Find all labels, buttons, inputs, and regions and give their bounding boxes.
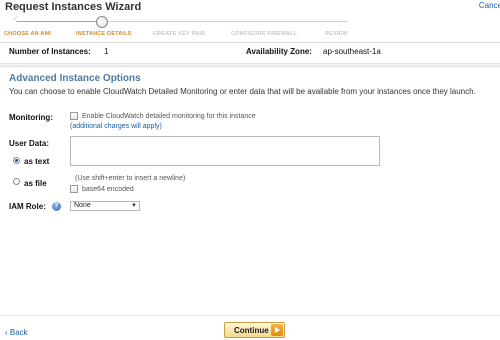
iam-role-value: None	[74, 202, 91, 209]
back-label: Back	[9, 328, 28, 337]
user-data-textarea[interactable]	[70, 136, 380, 166]
instances-value: 1	[104, 47, 109, 56]
footer-divider	[0, 315, 500, 316]
dropdown-arrow-icon: ▼	[131, 203, 137, 209]
as-text-radio[interactable]	[13, 157, 20, 164]
as-text-label: as text	[24, 157, 50, 166]
title-bar: Request Instances Wizard Cance	[0, 0, 500, 16]
back-link[interactable]: ‹ Back	[5, 328, 28, 337]
divider	[0, 42, 500, 43]
iam-role-select[interactable]: None ▼	[70, 201, 140, 211]
monitoring-label: Monitoring:	[9, 113, 53, 122]
step-review: REVIEW	[325, 31, 348, 37]
window-title: Request Instances Wizard	[5, 1, 142, 13]
section-description: You can choose to enable CloudWatch Deta…	[9, 87, 476, 96]
newline-hint: (Use shift+enter to insert a newline)	[75, 175, 186, 182]
step-choose-ami[interactable]: CHOOSE AN AMI	[4, 31, 51, 37]
as-file-label: as file	[24, 179, 47, 188]
as-file-radio[interactable]	[13, 178, 20, 185]
iam-role-label: IAM Role:	[9, 202, 46, 211]
instance-summary: Number of Instances: 1 Availability Zone…	[0, 47, 500, 59]
cancel-link[interactable]: Cance	[479, 1, 500, 10]
instances-label: Number of Instances:	[9, 47, 91, 56]
arrow-right-icon	[271, 324, 283, 336]
step-done-check-icon: ✓	[12, 13, 20, 23]
zone-value: ap-southeast-1a	[323, 47, 381, 56]
step-configure-firewall: CONFIGURE FIREWALL	[231, 31, 298, 37]
user-data-label: User Data:	[9, 139, 50, 148]
monitoring-checkbox[interactable]	[70, 112, 78, 120]
continue-button[interactable]: Continue	[224, 322, 285, 338]
additional-charges-link[interactable]: (additional charges will apply)	[70, 123, 162, 130]
step-create-key-pair: CREATE KEY PAIR	[153, 31, 206, 37]
step-instance-details: INSTANCE DETAILS	[76, 31, 132, 37]
section-title: Advanced Instance Options	[9, 73, 141, 84]
current-step-marker-icon	[96, 16, 108, 28]
continue-label: Continue	[234, 326, 269, 335]
base64-checkbox[interactable]	[70, 185, 78, 193]
base64-label: base64 encoded	[82, 186, 134, 193]
summary-divider	[0, 63, 500, 67]
monitoring-checkbox-label: Enable CloudWatch detailed monitoring fo…	[82, 113, 256, 120]
help-icon[interactable]: ?	[52, 202, 61, 211]
progress-track-done	[16, 21, 102, 22]
zone-label: Availability Zone:	[246, 47, 312, 56]
wizard-progress: ✓ CHOOSE AN AMI INSTANCE DETAILS CREATE …	[0, 13, 500, 42]
